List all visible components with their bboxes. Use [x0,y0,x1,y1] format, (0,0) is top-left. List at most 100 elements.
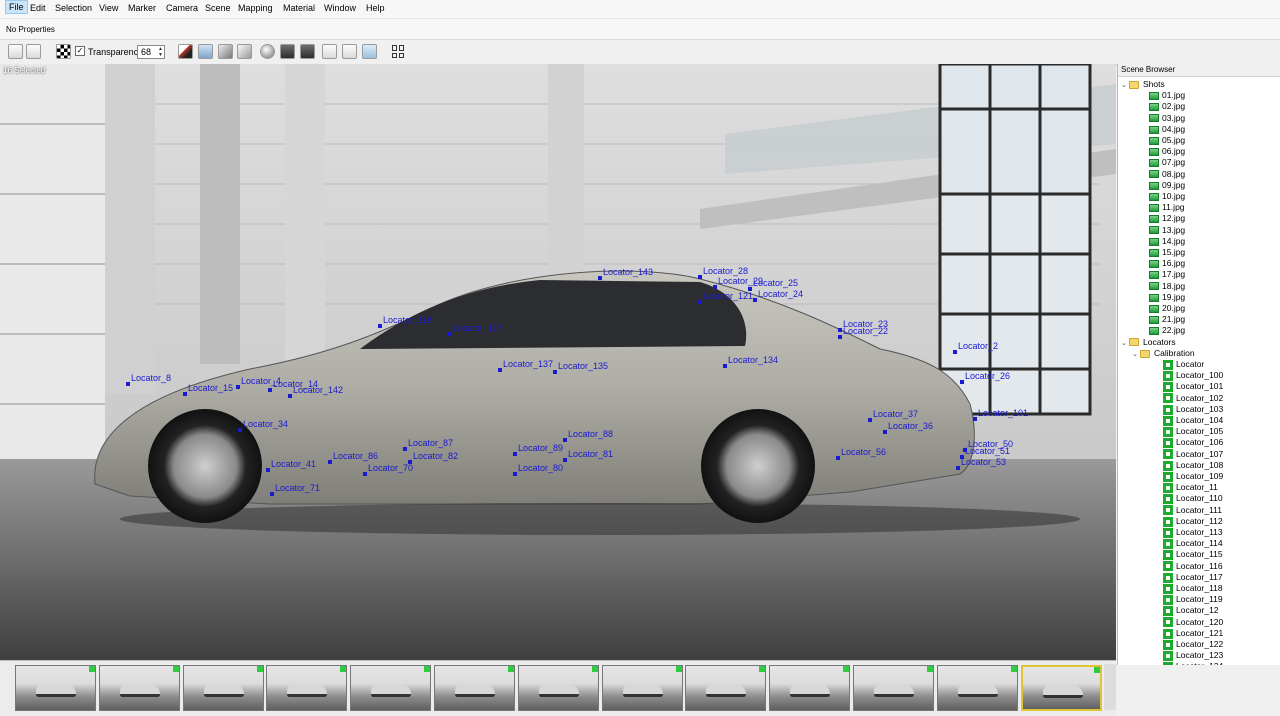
tree-shot-item[interactable]: 18.jpg [1149,281,1185,292]
tree-shot-item[interactable]: 13.jpg [1149,225,1185,236]
shot-thumbnail[interactable] [266,665,348,711]
tree-shots-folder[interactable]: ⌄ Shots [1121,79,1165,90]
select-multi-icon[interactable] [26,44,41,59]
locator-marker[interactable] [836,456,840,460]
menu-mapping[interactable]: Mapping [238,3,273,13]
tree-shot-item[interactable]: 21.jpg [1149,314,1185,325]
locator-marker[interactable] [953,350,957,354]
menu-scene[interactable]: Scene [205,3,231,13]
locator-marker[interactable] [753,298,757,302]
tree-shot-item[interactable]: 14.jpg [1149,236,1185,247]
shot-filmstrip[interactable] [0,660,1116,716]
tree-locator-item[interactable]: Locator_113 [1163,527,1223,538]
shot-thumbnail[interactable] [350,665,432,711]
tree-shot-item[interactable]: 08.jpg [1149,169,1185,180]
locator-marker[interactable] [270,492,274,496]
tree-locator-item[interactable]: Locator_109 [1163,471,1223,482]
locator-marker[interactable] [238,428,242,432]
shot-thumbnail[interactable] [182,665,264,711]
locator-marker[interactable] [960,455,964,459]
menu-marker[interactable]: Marker [128,3,156,13]
layout-grid-icon[interactable] [392,45,405,58]
tree-shot-item[interactable]: 11.jpg [1149,202,1185,213]
menu-file[interactable]: File [5,0,28,14]
expand-chevron-icon[interactable]: ⌄ [1121,338,1129,349]
tree-shot-item[interactable]: 17.jpg [1149,269,1185,280]
tree-shot-item[interactable]: 02.jpg [1149,101,1185,112]
locator-marker[interactable] [378,324,382,328]
expand-chevron-icon[interactable]: ⌄ [1132,349,1140,360]
grid-dots-icon[interactable] [280,44,295,59]
tree-locators-folder[interactable]: ⌄ Locators [1121,337,1176,348]
tree-shot-item[interactable]: 10.jpg [1149,191,1185,202]
tree-locator-item[interactable]: Locator [1163,359,1204,370]
shot-thumbnail[interactable] [685,665,767,711]
tree-locator-item[interactable]: Locator_102 [1163,393,1223,404]
menu-edit[interactable]: Edit [30,3,46,13]
locator-marker[interactable] [553,370,557,374]
locator-marker[interactable] [126,382,130,386]
tree-locator-item[interactable]: Locator_118 [1163,583,1223,594]
marker-tool-icon[interactable] [178,44,193,59]
transparency-spinbox[interactable]: 68 ▲ ▼ [137,45,165,59]
camera-view-icon[interactable] [322,44,337,59]
locator-marker[interactable] [363,472,367,476]
shot-thumbnail[interactable] [601,665,683,711]
tree-shot-item[interactable]: 20.jpg [1149,303,1185,314]
locator-marker[interactable] [183,392,187,396]
locator-marker[interactable] [513,452,517,456]
shot-thumbnail[interactable] [434,665,515,711]
tree-calibration-folder[interactable]: ⌄ Calibration [1132,348,1195,359]
tree-shot-item[interactable]: 04.jpg [1149,124,1185,135]
locator-marker[interactable] [598,276,602,280]
checkerboard-icon[interactable] [56,44,71,59]
locator-marker[interactable] [723,364,727,368]
locator-marker[interactable] [288,394,292,398]
menu-help[interactable]: Help [366,3,385,13]
cube-solid-icon[interactable] [198,44,213,59]
locator-marker[interactable] [838,328,842,332]
tree-locator-item[interactable]: Locator_115 [1163,549,1223,561]
locator-marker[interactable] [838,335,842,339]
locator-marker[interactable] [328,460,332,464]
spinner-arrows-icon[interactable]: ▲ ▼ [158,46,163,58]
cube-shaded-icon[interactable] [218,44,233,59]
menu-window[interactable]: Window [324,3,356,13]
shot-thumbnail[interactable] [15,665,96,711]
tree-shot-item[interactable]: 06.jpg [1149,146,1185,157]
camera-round-icon[interactable] [260,44,275,59]
tree-locator-item[interactable]: Locator_104 [1163,415,1223,426]
locator-marker[interactable] [268,388,272,392]
menu-view[interactable]: View [99,3,118,13]
tree-locator-item[interactable]: Locator_116 [1163,561,1223,572]
tree-locator-item[interactable]: Locator_120 [1163,617,1223,628]
shot-thumbnail[interactable] [1020,665,1102,711]
locator-marker[interactable] [956,466,960,470]
tree-locator-item[interactable]: Locator_11 [1163,482,1218,493]
tree-shot-item[interactable]: 05.jpg [1149,135,1185,146]
tree-locator-item[interactable]: Locator_107 [1163,449,1223,460]
shot-thumbnail[interactable] [98,665,180,711]
tree-shot-item[interactable]: 22.jpg [1149,325,1185,336]
locator-marker[interactable] [713,285,717,289]
shot-thumbnail[interactable] [769,665,851,711]
locator-marker[interactable] [973,417,977,421]
locator-marker[interactable] [868,418,872,422]
locator-marker[interactable] [513,472,517,476]
camera-target-icon[interactable] [300,44,315,59]
tree-locator-item[interactable]: Locator_117 [1163,572,1223,583]
menu-material[interactable]: Material [283,3,315,13]
tree-locator-item[interactable]: Locator_122 [1163,639,1223,650]
tree-locator-item[interactable]: Locator_105 [1163,426,1223,437]
locator-marker[interactable] [403,447,407,451]
tree-locator-item[interactable]: Locator_12 [1163,605,1219,617]
tree-locator-item[interactable]: Locator_114 [1163,538,1223,549]
tree-shot-item[interactable]: 01.jpg [1149,90,1185,101]
locator-marker[interactable] [960,380,964,384]
locator-marker[interactable] [563,458,567,462]
locator-marker[interactable] [236,385,240,389]
tree-shot-item[interactable]: 03.jpg [1149,113,1185,124]
shot-thumbnail[interactable] [517,665,599,711]
tree-locator-item[interactable]: Locator_123 [1163,650,1223,661]
tree-shot-item[interactable]: 15.jpg [1149,247,1185,258]
